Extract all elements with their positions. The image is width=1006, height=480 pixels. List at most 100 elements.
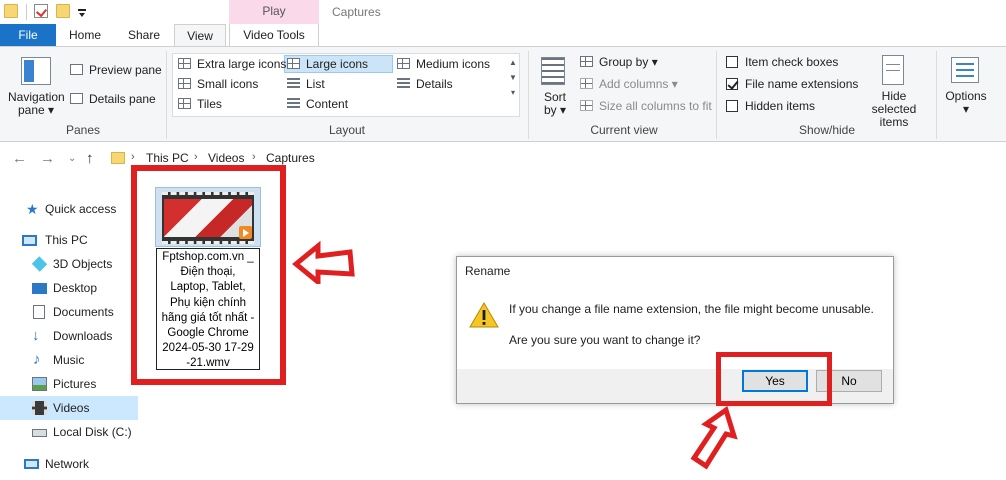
network-icon xyxy=(24,459,39,469)
up-arrow-icon[interactable]: ↑ xyxy=(86,150,94,167)
size-columns-button[interactable]: Size all columns to fit xyxy=(580,99,712,113)
nav-item-label: This PC xyxy=(45,233,88,247)
layout-label: List xyxy=(306,77,325,91)
layout-label: Large icons xyxy=(306,57,369,71)
layout-details[interactable]: Details xyxy=(397,77,453,91)
nav-item-videos[interactable]: Videos xyxy=(0,396,138,420)
nav-item-documents[interactable]: Documents xyxy=(0,300,138,324)
layout-label: Content xyxy=(306,97,349,111)
dialog-message: If you change a file name extension, the… xyxy=(509,302,874,316)
nav-item-network[interactable]: Network xyxy=(0,452,138,476)
size-columns-icon xyxy=(580,100,593,111)
navigation-pane-button[interactable]: Navigation pane ▾ xyxy=(8,91,65,117)
item-check-boxes-toggle[interactable]: Item check boxes xyxy=(726,55,838,69)
quick-access-separator xyxy=(26,4,27,20)
options-icon xyxy=(951,57,979,83)
nav-item-this-pc[interactable]: This PC xyxy=(0,228,138,252)
highlight-box-file xyxy=(131,165,286,385)
layout-extra-large-icons[interactable]: Extra large icons xyxy=(178,57,286,71)
breadcrumb-videos[interactable]: Videos xyxy=(208,151,244,165)
navigation-pane: ★ Quick access This PC 3D Objects Deskto… xyxy=(0,190,138,480)
star-icon: ★ xyxy=(26,201,39,217)
hide-selected-items-button[interactable]: Hide selected items xyxy=(858,90,930,129)
sort-by-button[interactable]: Sort by ▾ xyxy=(542,91,568,117)
add-columns-button[interactable]: Add columns ▾ xyxy=(580,77,678,91)
nav-item-label: Downloads xyxy=(53,329,113,343)
properties-icon[interactable] xyxy=(34,4,48,18)
nav-item-label: Videos xyxy=(53,401,90,415)
documents-icon xyxy=(33,305,45,319)
ribbon-separator xyxy=(936,51,937,139)
group-by-button[interactable]: Group by ▾ xyxy=(580,55,658,69)
options-button[interactable]: Options ▾ xyxy=(944,90,988,116)
tab-home[interactable]: Home xyxy=(60,24,110,46)
preview-pane-button[interactable]: Preview pane xyxy=(70,63,162,77)
tab-video-tools[interactable]: Video Tools xyxy=(229,24,319,46)
file-name-extensions-label: File name extensions xyxy=(745,77,859,91)
details-pane-button[interactable]: Details pane xyxy=(70,92,156,106)
nav-item-downloads[interactable]: ↓ Downloads xyxy=(0,324,138,348)
layout-tiles[interactable]: Tiles xyxy=(178,97,222,111)
file-explorer-window: Play Captures File Home Share View Video… xyxy=(0,0,1006,480)
group-by-label: Group by ▾ xyxy=(599,55,658,69)
up-arrow-highlight-icon xyxy=(690,405,738,470)
nav-item-desktop[interactable]: Desktop xyxy=(0,276,138,300)
layout-medium-icons[interactable]: Medium icons xyxy=(397,57,490,71)
customize-toolbar-icon[interactable] xyxy=(78,9,86,17)
tab-share[interactable]: Share xyxy=(118,24,170,46)
disk-icon xyxy=(32,429,47,437)
hidden-items-checkbox[interactable] xyxy=(726,100,738,112)
tab-view[interactable]: View xyxy=(174,24,226,47)
breadcrumb-captures[interactable]: Captures xyxy=(266,151,315,165)
recent-locations-chevron-icon[interactable]: ⌄ xyxy=(68,153,76,164)
breadcrumb-chevron-icon[interactable]: › xyxy=(131,151,135,163)
nav-item-label: Local Disk (C:) xyxy=(53,425,132,439)
window-title: Captures xyxy=(332,5,381,19)
computer-icon xyxy=(22,235,37,246)
layout-label: Tiles xyxy=(197,97,222,111)
breadcrumb-chevron-icon[interactable]: › xyxy=(194,151,198,163)
cube-icon xyxy=(31,256,48,272)
file-name-extensions-toggle[interactable]: File name extensions xyxy=(726,77,858,91)
nav-item-local-disk[interactable]: Local Disk (C:) xyxy=(0,420,138,444)
small-icons-icon xyxy=(178,78,191,89)
details-pane-icon xyxy=(70,93,83,104)
nav-item-quick-access[interactable]: ★ Quick access xyxy=(0,197,138,221)
hidden-items-label: Hidden items xyxy=(745,99,816,113)
layout-gallery-scroll[interactable]: ▲ ▼ ▾ xyxy=(508,55,518,115)
preview-pane-label: Preview pane xyxy=(89,63,162,77)
file-name-extensions-checkbox[interactable] xyxy=(726,78,738,90)
nav-item-label: Desktop xyxy=(53,281,98,295)
list-icon xyxy=(287,78,300,89)
hidden-items-toggle[interactable]: Hidden items xyxy=(726,99,815,113)
nav-item-label: Quick access xyxy=(45,202,117,216)
desktop-icon xyxy=(32,283,47,294)
new-folder-icon[interactable] xyxy=(56,4,70,18)
breadcrumb-this-pc[interactable]: This PC xyxy=(146,151,189,165)
preview-pane-icon xyxy=(70,64,83,75)
breadcrumb-chevron-icon[interactable]: › xyxy=(252,151,256,163)
ribbon: Navigation pane ▾ Preview pane Details p… xyxy=(0,46,1006,142)
nav-item-music[interactable]: ♪ Music xyxy=(0,348,138,372)
ribbon-separator xyxy=(716,51,717,139)
layout-list[interactable]: List xyxy=(287,77,325,91)
group-by-icon xyxy=(580,56,593,67)
warning-icon xyxy=(469,302,499,328)
medium-icons-icon xyxy=(397,58,410,69)
size-columns-label: Size all columns to fit xyxy=(599,99,712,113)
layout-large-icons[interactable]: Large icons xyxy=(287,57,368,71)
item-check-boxes-checkbox[interactable] xyxy=(726,56,738,68)
layout-label: Small icons xyxy=(197,77,259,91)
layout-label: Details xyxy=(416,77,453,91)
layout-content[interactable]: Content xyxy=(287,97,348,111)
nav-item-label: Documents xyxy=(53,305,114,319)
nav-item-pictures[interactable]: Pictures xyxy=(0,372,138,396)
nav-item-3d-objects[interactable]: 3D Objects xyxy=(0,252,138,276)
forward-arrow-icon[interactable]: → xyxy=(40,150,55,167)
layout-small-icons[interactable]: Small icons xyxy=(178,77,258,91)
group-label-show-hide: Show/hide xyxy=(798,123,856,137)
group-label-current-view: Current view xyxy=(590,123,658,137)
hide-selected-items-icon xyxy=(882,55,904,85)
tab-file[interactable]: File xyxy=(0,24,56,46)
back-arrow-icon[interactable]: ← xyxy=(12,150,27,167)
